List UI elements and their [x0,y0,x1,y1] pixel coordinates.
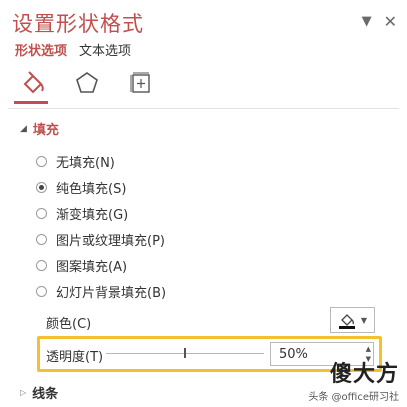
pane-options-dropdown-icon[interactable]: ▼ [362,14,372,29]
divider [8,108,399,109]
radio-label: 幻灯片背景填充(B) [56,285,167,301]
transparency-label: 透明度(T) [46,350,104,365]
effects-pentagon-icon[interactable] [72,68,102,98]
fill-color-picker[interactable]: ▼ [330,307,375,333]
radio-slide-background-fill[interactable]: 幻灯片背景填充(B) [36,278,166,304]
radio-label: 图片或纹理填充(P) [56,233,165,249]
watermark-source: 头条 @office研习社 [308,392,399,403]
size-properties-icon[interactable] [126,68,156,98]
radio-pattern-fill[interactable]: 图案填充(A) [36,252,166,278]
options-tabs: 形状选项 文本选项 [15,40,131,59]
fill-section-header[interactable]: ◢ 填充 [20,119,59,138]
active-category-indicator [14,101,48,104]
fill-heading: 填充 [32,123,59,138]
tab-shape-options[interactable]: 形状选项 [15,40,67,59]
radio-button[interactable] [36,155,47,167]
radio-button[interactable] [36,285,47,297]
radio-gradient-fill[interactable]: 渐变填充(G) [36,200,166,226]
watermark: 傻大方 头条 @office研习社 [308,356,399,403]
fill-line-icon[interactable] [18,68,48,98]
close-icon[interactable]: ✕ [384,12,397,31]
fill-options: 无填充(N) 纯色填充(S) 渐变填充(G) 图片或纹理填充(P) 图案填充(A… [36,148,166,304]
radio-label: 纯色填充(S) [56,181,127,197]
watermark-brand: 傻大方 [329,362,399,387]
radio-label: 渐变填充(G) [56,207,129,223]
window-controls: ▼ ✕ [362,12,397,31]
collapsed-triangle-icon: ▷ [20,388,27,397]
transparency-value[interactable]: 50% [279,347,308,362]
radio-label: 无填充(N) [56,155,115,171]
line-heading: 线条 [32,387,59,402]
radio-solid-fill[interactable]: 纯色填充(S) [36,174,166,200]
radio-label: 图案填充(A) [56,259,128,275]
transparency-slider-thumb[interactable] [184,348,186,358]
line-section-header[interactable]: ▷ 线条 [20,383,58,402]
radio-no-fill[interactable]: 无填充(N) [36,148,166,174]
radio-button[interactable] [36,233,47,245]
radio-button-selected[interactable] [36,181,47,193]
radio-button[interactable] [36,259,47,271]
radio-picture-texture-fill[interactable]: 图片或纹理填充(P) [36,226,166,252]
pane-title: 设置形状格式 [12,12,144,36]
expanded-triangle-icon: ◢ [20,123,27,134]
tab-text-options[interactable]: 文本选项 [79,40,131,59]
category-icons [18,68,156,98]
radio-button[interactable] [36,207,47,219]
chevron-down-icon: ▼ [360,315,368,325]
color-label: 颜色(C) [46,317,92,332]
paint-bucket-icon [338,314,355,329]
spin-up-icon[interactable]: ▲ [366,344,371,354]
